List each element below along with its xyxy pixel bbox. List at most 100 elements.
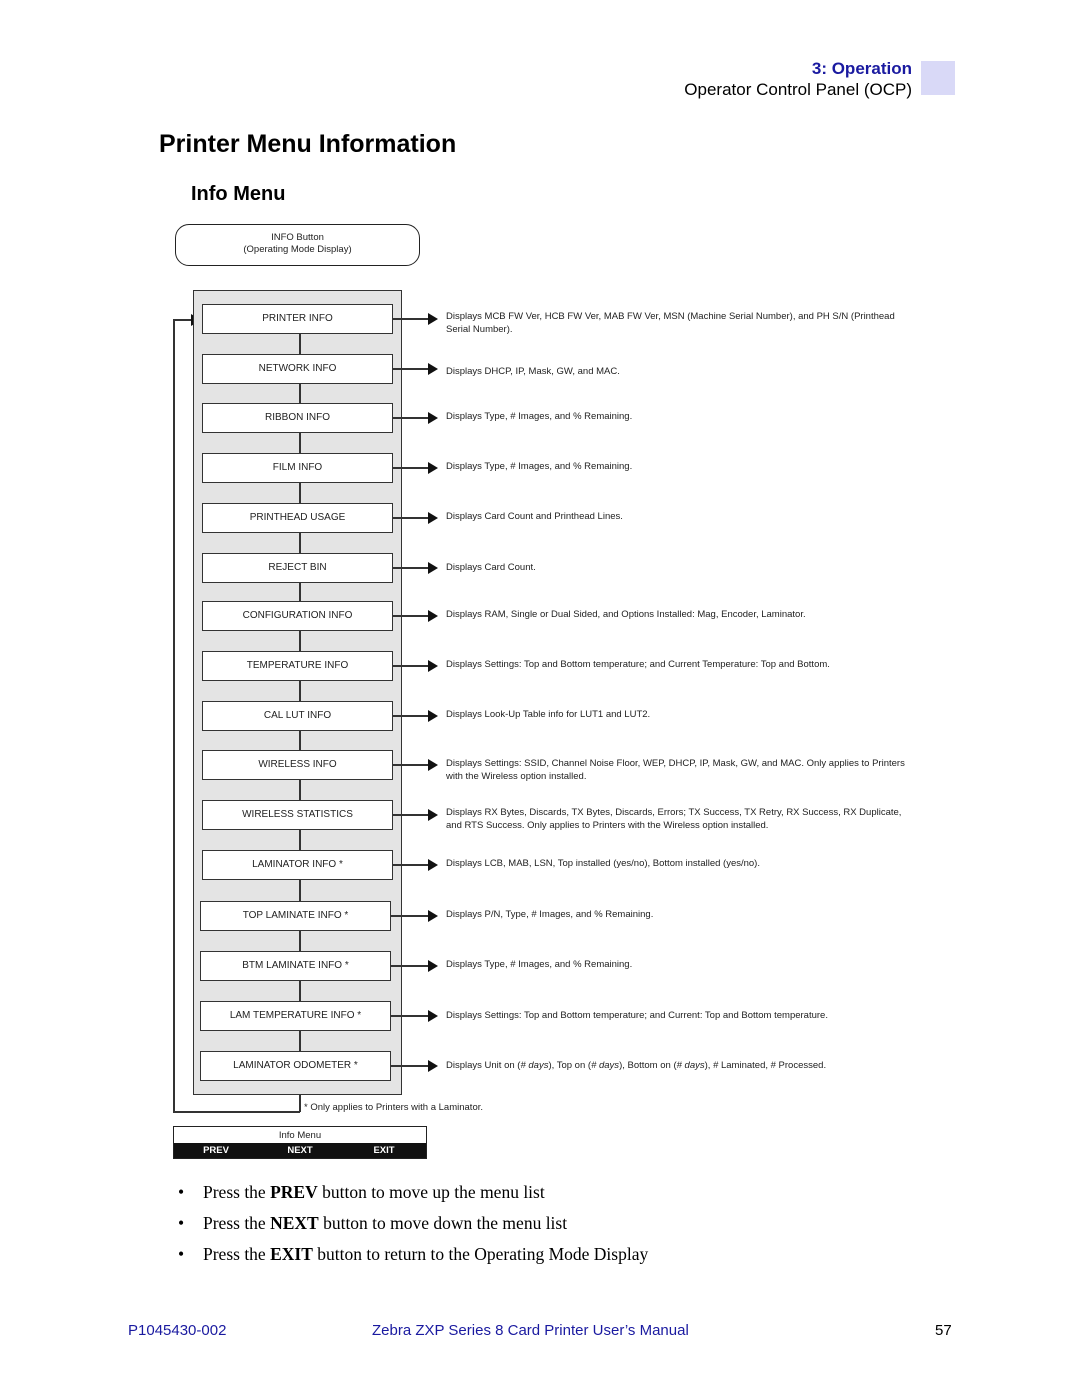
bullet-text: button to move up the menu list	[317, 1182, 545, 1202]
arrow-right-icon	[428, 610, 438, 622]
arrow-right-icon	[428, 562, 438, 574]
info-button-label: INFO Button	[271, 232, 324, 243]
menu-arrow-line	[391, 965, 428, 967]
loopback-connector-bottom	[173, 1111, 300, 1113]
chapter-heading: 3: Operation	[811, 59, 912, 78]
menu-arrow-line	[393, 864, 428, 866]
menu-connector	[299, 433, 301, 453]
arrow-right-icon	[428, 960, 438, 972]
list-item: • Press the NEXT button to move down the…	[178, 1213, 648, 1244]
menu-item-box: LAM TEMPERATURE INFO *	[200, 1001, 391, 1031]
arrow-right-icon	[428, 859, 438, 871]
menu-arrow-line	[391, 1015, 428, 1017]
menu-connector	[299, 880, 301, 901]
menu-connector	[299, 384, 301, 403]
menu-connector	[299, 533, 301, 553]
menu-arrow-line	[393, 715, 428, 717]
menu-arrow-line	[393, 368, 428, 370]
menu-connector	[299, 1031, 301, 1051]
menu-item-box: PRINTHEAD USAGE	[202, 503, 393, 533]
menu-item-box: WIRELESS STATISTICS	[202, 800, 393, 830]
loopback-connector-top	[173, 319, 193, 321]
menu-item-box: NETWORK INFO	[202, 354, 393, 384]
menu-item-box: RIBBON INFO	[202, 403, 393, 433]
bullet-icon: •	[178, 1182, 185, 1202]
menu-connector	[299, 780, 301, 800]
exit-button[interactable]: EXIT	[342, 1143, 425, 1158]
arrow-right-icon	[428, 412, 438, 424]
menu-arrow-line	[393, 517, 428, 519]
footer-page-number: 57	[935, 1322, 952, 1339]
menu-item-description: Displays Card Count and Printhead Lines.	[446, 511, 623, 522]
menu-arrow-line	[393, 567, 428, 569]
footer-manual-title: Zebra ZXP Series 8 Card Printer User’s M…	[372, 1322, 689, 1339]
menu-connector	[299, 583, 301, 601]
menu-item-description: Displays Look-Up Table info for LUT1 and…	[446, 709, 651, 720]
list-item: • Press the PREV button to move up the m…	[178, 1182, 648, 1213]
italic-emphasis: # days	[676, 1060, 705, 1071]
arrow-right-icon	[428, 910, 438, 922]
menu-connector	[299, 631, 301, 651]
section-heading: Operator Control Panel (OCP)	[684, 80, 912, 99]
arrow-right-icon	[428, 462, 438, 474]
menu-item-box: BTM LAMINATE INFO *	[200, 951, 391, 981]
bullet-keyword: PREV	[270, 1182, 318, 1202]
menu-item-box: TEMPERATURE INFO	[202, 651, 393, 681]
menu-arrow-line	[393, 467, 428, 469]
arrow-right-icon	[428, 1060, 438, 1072]
arrow-right-icon	[428, 1010, 438, 1022]
list-item: • Press the EXIT button to return to the…	[178, 1244, 648, 1275]
menu-item-box: FILM INFO	[202, 453, 393, 483]
menu-item-description: Displays Settings: Top and Bottom temper…	[446, 659, 830, 670]
next-button[interactable]: NEXT	[258, 1143, 341, 1158]
italic-emphasis: # days	[520, 1060, 549, 1071]
menu-item-box: TOP LAMINATE INFO *	[200, 901, 391, 931]
info-button-sublabel: (Operating Mode Display)	[243, 244, 352, 255]
bullet-keyword: NEXT	[270, 1213, 319, 1233]
menu-connector	[299, 981, 301, 1001]
menu-item-description: Displays Settings: Top and Bottom temper…	[446, 1010, 828, 1021]
laminator-footnote: * Only applies to Printers with a Lamina…	[304, 1102, 484, 1113]
bullet-icon: •	[178, 1244, 185, 1264]
loopback-connector	[173, 319, 175, 1112]
lcd-button-bar: PREV NEXT EXIT	[174, 1143, 426, 1158]
menu-item-description: Displays MCB FW Ver, HCB FW Ver, MAB FW …	[446, 311, 895, 335]
bullet-text: Press the	[203, 1213, 271, 1233]
menu-item-description: Displays Unit on (# days), Top on (# day…	[446, 1060, 827, 1071]
arrow-right-icon	[428, 809, 438, 821]
prev-button[interactable]: PREV	[174, 1143, 257, 1158]
chapter-tab-marker	[921, 61, 955, 95]
footer-doc-number: P1045430-002	[128, 1322, 227, 1339]
arrow-right-icon	[428, 512, 438, 524]
sub-title: Info Menu	[191, 183, 286, 205]
arrow-right-icon	[428, 313, 438, 325]
menu-item-description: Displays DHCP, IP, Mask, GW, and MAC.	[446, 366, 620, 377]
menu-item-description: Displays RAM, Single or Dual Sided, and …	[446, 609, 806, 620]
menu-arrow-line	[393, 417, 428, 419]
menu-arrow-line	[393, 318, 428, 320]
menu-item-description: Displays Type, # Images, and % Remaining…	[446, 411, 633, 422]
menu-item-description: Displays RX Bytes, Discards, TX Bytes, D…	[446, 807, 902, 831]
menu-arrow-line	[393, 764, 428, 766]
bullet-text: Press the	[203, 1182, 271, 1202]
bullet-text: button to return to the Operating Mode D…	[312, 1244, 649, 1264]
lcd-display: Info Menu PREV NEXT EXIT	[173, 1126, 427, 1159]
menu-arrow-line	[393, 814, 428, 816]
menu-arrow-line	[391, 1065, 428, 1067]
bullet-text: Press the	[203, 1244, 271, 1264]
menu-connector	[299, 731, 301, 750]
menu-item-box: REJECT BIN	[202, 553, 393, 583]
menu-item-box: CAL LUT INFO	[202, 701, 393, 731]
page-title: Printer Menu Information	[159, 130, 457, 158]
menu-item-box: LAMINATOR ODOMETER *	[200, 1051, 391, 1081]
menu-item-box: PRINTER INFO	[202, 304, 393, 334]
arrow-right-icon	[428, 710, 438, 722]
menu-arrow-line	[391, 915, 428, 917]
italic-emphasis: # days	[591, 1060, 620, 1071]
instruction-list: • Press the PREV button to move up the m…	[178, 1182, 648, 1275]
menu-item-description: Displays LCB, MAB, LSN, Top installed (y…	[446, 858, 760, 869]
menu-item-description: Displays Settings: SSID, Channel Noise F…	[446, 758, 905, 782]
menu-item-description: Displays Card Count.	[446, 562, 536, 573]
arrow-right-icon	[428, 660, 438, 672]
menu-connector	[299, 334, 301, 354]
